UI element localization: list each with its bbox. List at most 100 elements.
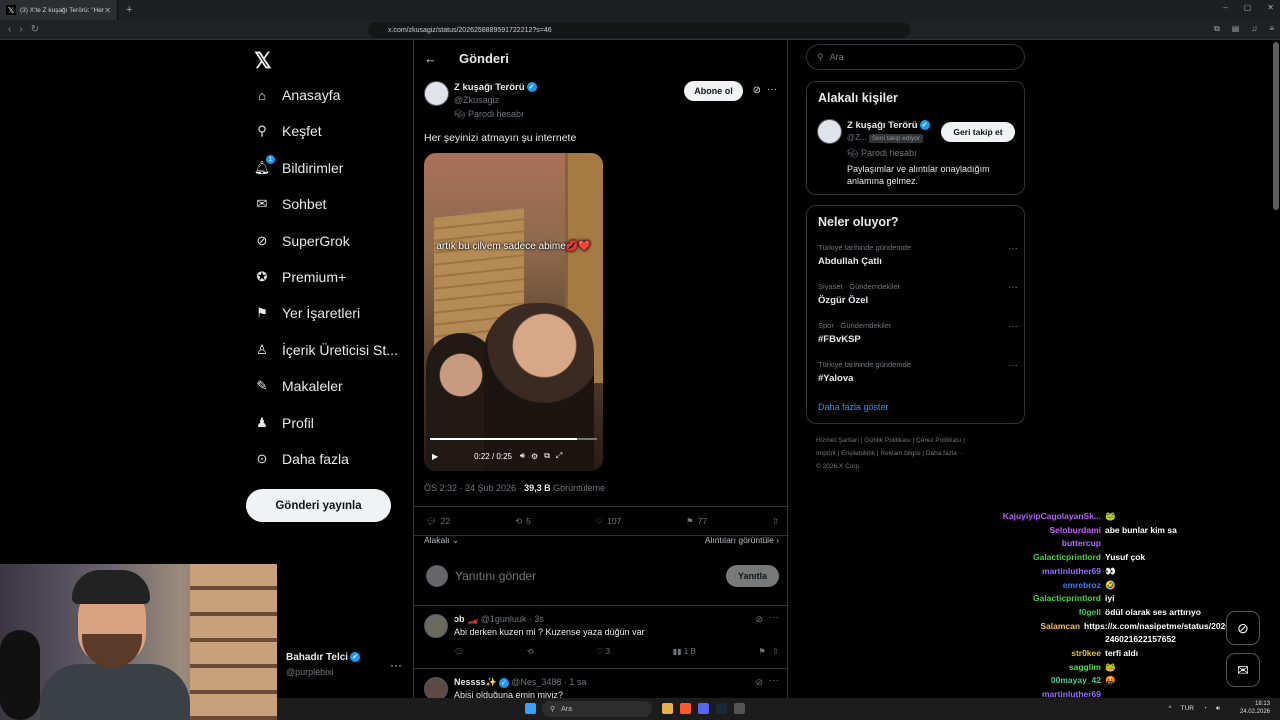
account-switcher[interactable]: Bahadır Telci ✓ @purplebixi — [286, 652, 361, 677]
chat-message: f0gell ödül olarak ses arttırıyo — [960, 607, 1230, 620]
forward-icon[interactable]: › — [19, 24, 22, 35]
reply-input[interactable]: Yanıtını gönder — [455, 569, 536, 583]
media-icon[interactable]: ♫ — [1251, 24, 1257, 34]
extensions-icon[interactable]: ⧉ — [1214, 24, 1220, 34]
settings-icon[interactable]: ⚙ — [531, 452, 538, 461]
maximize-icon[interactable]: ▢ — [1244, 3, 1252, 12]
repost-icon[interactable]: ⟲ — [527, 647, 534, 656]
trend-item[interactable]: Türkiye tarihinde gündemde Abdullah Çatlı… — [818, 243, 1018, 267]
nav-bookmarks[interactable]: ⚑ Yer İşaretleri — [254, 305, 360, 321]
related-name[interactable]: Z kuşağı Terörü ✓ — [847, 120, 930, 131]
nav-notifications[interactable]: 🔔︎ 1 Bildirimler — [254, 155, 343, 176]
follow-back-button[interactable]: Geri takip et — [941, 122, 1015, 142]
video-player[interactable]: artık bu cilvem sadece abime💋❤️ ▶ 0:22 /… — [424, 153, 603, 471]
close-window-icon[interactable]: ✕ — [1267, 3, 1274, 12]
chat-text: https://x.com/nasipetme/status/2026 — [1084, 620, 1230, 631]
more-options-icon[interactable]: ··· — [1008, 243, 1018, 254]
wifi-icon[interactable]: ◔ — [1203, 705, 1207, 713]
like-action[interactable]: ♡ 3 — [596, 647, 610, 656]
more-options-icon[interactable]: ··· — [769, 675, 779, 686]
post-button[interactable]: Gönderi yayınla — [246, 489, 391, 522]
nav-home[interactable]: ⌂ Anasayfa — [254, 87, 340, 103]
steam-icon[interactable] — [716, 703, 727, 714]
more-options-icon[interactable]: ··· — [1008, 360, 1018, 371]
reply-action[interactable]: 💬︎ 22 — [426, 516, 450, 527]
miniplayer-icon[interactable]: ⧉ — [544, 451, 550, 461]
brave-icon[interactable] — [680, 703, 691, 714]
nav-explore[interactable]: ⚲ Keşfet — [254, 123, 321, 139]
account-more-icon[interactable]: ··· — [390, 658, 402, 672]
reload-icon[interactable]: ↻ — [31, 24, 39, 35]
lang-indicator[interactable]: TUR — [1181, 705, 1194, 713]
messages-float-icon[interactable]: ✉ — [1226, 653, 1260, 687]
bookmark-action[interactable]: ⚑ 77 — [686, 516, 707, 527]
bookmark-icon[interactable]: ⚑ — [758, 647, 765, 656]
minimize-icon[interactable]: – — [1223, 3, 1227, 12]
video-progress-bar[interactable] — [430, 438, 597, 440]
nav-supergrok[interactable]: ⊘ SuperGrok — [254, 233, 350, 249]
repost-action[interactable]: ⟲ 5 — [515, 516, 531, 527]
chevron-up-icon[interactable]: ^ — [1169, 705, 1172, 713]
show-more-link[interactable]: Daha fazla göster — [818, 402, 889, 412]
like-action[interactable]: ♡ 107 — [596, 516, 622, 527]
taskbar-search[interactable]: ⚲ Ara — [542, 701, 652, 717]
subscribe-button[interactable]: Abone ol — [684, 81, 743, 101]
folder-icon[interactable] — [662, 703, 673, 714]
close-tab-icon[interactable]: ✕ — [104, 6, 111, 15]
more-options-icon[interactable]: ··· — [769, 612, 779, 623]
more-options-icon[interactable]: ··· — [1008, 282, 1018, 293]
author-handle[interactable]: @Zkusagiz — [454, 95, 499, 105]
reply-author[interactable]: Nessss✨ ✓ @Nes_3488 · 1 sa — [454, 677, 586, 688]
reply-item[interactable]: ɔb 🏎️ @1gunluuk · 3s ⊘ ··· Abi derken ku… — [414, 606, 789, 669]
reply-button[interactable]: Yanıtla — [726, 565, 779, 587]
grok-float-icon[interactable]: ⊘ — [1226, 611, 1260, 645]
nav-articles[interactable]: ✎ Makaleler — [254, 378, 343, 394]
sort-dropdown[interactable]: Alakalı ⌄ — [424, 535, 459, 546]
trend-item[interactable]: Spor · Gündemdekiler #FBvKSP ··· — [818, 321, 1018, 345]
share-icon[interactable]: ⇧ — [772, 647, 779, 656]
nav-premium[interactable]: ✪ Premium+ — [254, 269, 347, 285]
more-options-icon[interactable]: ··· — [1008, 321, 1018, 332]
author-avatar[interactable] — [424, 81, 449, 106]
grok-icon[interactable]: ⊘ — [753, 85, 761, 96]
start-icon[interactable] — [525, 703, 536, 714]
more-options-icon[interactable]: ··· — [767, 84, 777, 95]
nav-more[interactable]: ⊙ Daha fazla — [254, 451, 349, 467]
page-scrollbar[interactable] — [1273, 42, 1279, 210]
reply-avatar[interactable] — [424, 614, 448, 638]
volume-icon[interactable]: 🔊︎ — [520, 451, 525, 461]
back-arrow-icon[interactable]: ← — [424, 51, 437, 66]
reply-icon[interactable]: 💬︎ — [454, 647, 464, 656]
nav-creator-studio[interactable]: ♙ İçerik Üreticisi St... — [254, 342, 398, 358]
volume-icon[interactable]: 🔊︎ — [1216, 705, 1220, 713]
back-icon[interactable]: ‹ — [8, 24, 11, 35]
view-quotes-link[interactable]: Alıntıları görüntüle › — [705, 535, 779, 546]
play-icon[interactable]: ▶ — [432, 452, 438, 461]
grok-icon[interactable]: ⊘ — [755, 677, 763, 688]
author-name-text: Z kuşağı Terörü — [454, 82, 525, 93]
account-name: Bahadır Telci ✓ — [286, 652, 361, 663]
share-action[interactable]: ⇧ — [772, 516, 779, 527]
fullscreen-icon[interactable]: ⤢ — [556, 451, 562, 461]
nav-chat[interactable]: ✉ Sohbet — [254, 196, 327, 212]
related-avatar[interactable] — [817, 119, 842, 144]
footer-line[interactable]: Imprint | Erişilebilirlik | Reklam bilgi… — [816, 447, 1016, 460]
new-tab-icon[interactable]: + — [126, 4, 132, 16]
discord-icon[interactable] — [698, 703, 709, 714]
grok-icon[interactable]: ⊘ — [755, 614, 763, 625]
obs-icon[interactable] — [734, 703, 745, 714]
clock[interactable]: 18:13 24.02.2026 — [1240, 700, 1270, 716]
trend-item[interactable]: Siyaset · Gündemdekiler Özgür Özel ··· — [818, 282, 1018, 306]
footer-line[interactable]: Hizmet Şartları | Gizlilik Politikası | … — [816, 434, 1016, 447]
search-input[interactable]: ⚲ Ara — [806, 44, 1025, 70]
menu-icon[interactable]: ≡ — [1269, 24, 1274, 34]
browser-tab[interactable]: 𝕏 (3) X'te Z kuşağı Terörü: "Her şeyi ✕ — [0, 0, 118, 20]
url-field[interactable]: x.com/zkusagiz/status/202625888959172221… — [368, 22, 910, 38]
x-logo-icon[interactable]: 𝕏 — [254, 48, 272, 74]
reply-author[interactable]: ɔb 🏎️ @1gunluuk · 3s — [454, 614, 544, 625]
author-name[interactable]: Z kuşağı Terörü ✓ — [454, 82, 537, 93]
views-action[interactable]: ▮▮ 1 B — [673, 647, 696, 656]
trend-item[interactable]: Türkiye tarihinde gündemde #Yalova ··· — [818, 360, 1018, 384]
sidebar-icon[interactable]: ▤ — [1232, 24, 1240, 34]
nav-profile[interactable]: ♟ Profil — [254, 415, 314, 431]
